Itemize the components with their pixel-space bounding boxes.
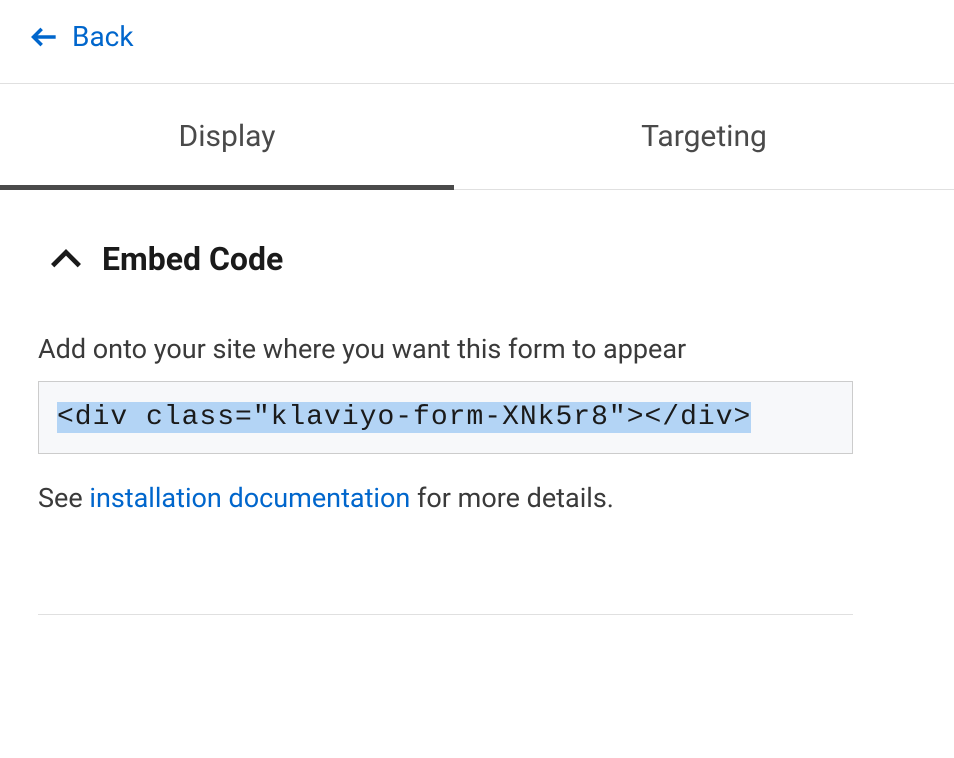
embed-code-box[interactable]: <div class="klaviyo-form-XNk5r8"></div>: [38, 381, 853, 454]
tab-display[interactable]: Display: [0, 84, 454, 189]
divider: [38, 614, 853, 615]
help-suffix: for more details.: [410, 482, 614, 514]
tab-targeting[interactable]: Targeting: [454, 84, 954, 189]
tabs: Display Targeting: [0, 83, 954, 190]
back-button[interactable]: Back: [0, 0, 954, 83]
help-prefix: See: [38, 482, 89, 514]
embed-code-text: <div class="klaviyo-form-XNk5r8"></div>: [57, 402, 751, 433]
section-title: Embed Code: [102, 240, 283, 278]
arrow-left-icon: [30, 23, 58, 51]
back-label: Back: [72, 20, 134, 53]
install-docs-link[interactable]: installation documentation: [89, 482, 410, 514]
instruction-text: Add onto your site where you want this f…: [38, 333, 916, 365]
content-area: Embed Code Add onto your site where you …: [0, 190, 954, 615]
section-toggle[interactable]: Embed Code: [38, 240, 916, 278]
help-text: See installation documentation for more …: [38, 482, 916, 514]
chevron-up-icon: [50, 249, 82, 269]
